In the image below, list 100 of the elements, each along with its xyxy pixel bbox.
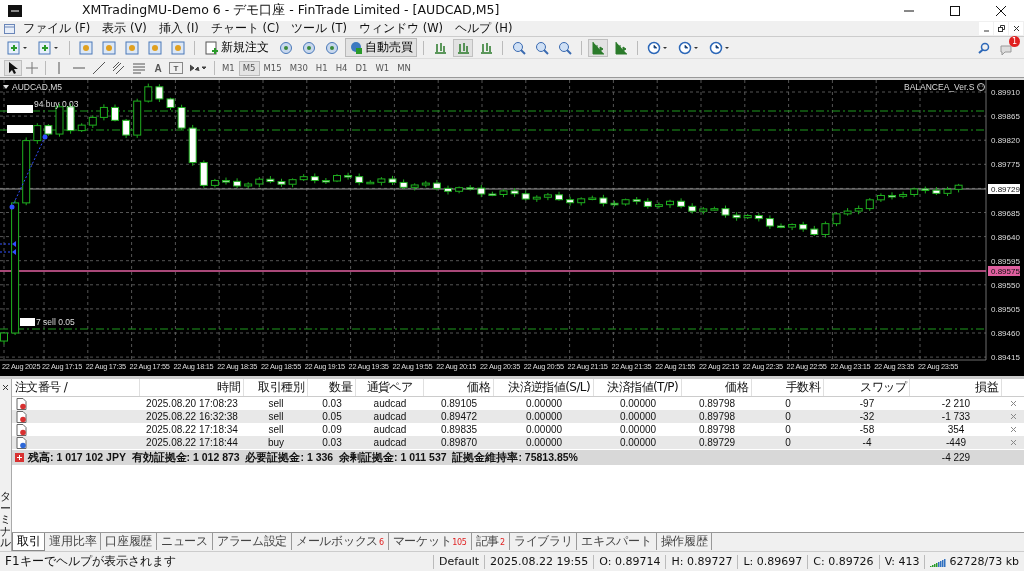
auto-trading-button[interactable]: 自動売買 — [345, 38, 417, 57]
candle — [166, 97, 175, 111]
table-cell-text: -2 210 — [940, 398, 972, 409]
redaction-block — [20, 318, 35, 326]
candle — [666, 199, 674, 209]
menu-item[interactable]: ファイル (F) — [23, 21, 91, 36]
column-header[interactable]: 価格 — [682, 379, 752, 396]
timeframe-button[interactable]: H1 — [311, 60, 332, 76]
candle — [266, 175, 275, 184]
candle — [410, 182, 419, 191]
candle — [588, 195, 597, 201]
table-cell-text: -449 — [945, 437, 967, 448]
menu-item[interactable]: 挿入 (I) — [158, 21, 199, 36]
menu-item[interactable]: ツール (T) — [291, 21, 348, 36]
candle — [732, 211, 741, 222]
table-cell-text: 2025.08.22 17:18:34 — [145, 424, 239, 435]
candle — [477, 184, 486, 198]
candle — [444, 185, 452, 195]
close-icon[interactable] — [2, 384, 9, 391]
timeframe-button[interactable]: H4 — [331, 60, 352, 76]
table-cell-text: 0.89798 — [697, 398, 737, 409]
timeframe-button[interactable]: MN — [393, 60, 415, 76]
search-icon[interactable] — [978, 41, 990, 54]
column-header[interactable]: 数量 — [308, 379, 356, 396]
candle — [921, 186, 930, 194]
column-header[interactable]: 決済逆指値(S/L) — [494, 379, 594, 396]
column-header[interactable]: 手数料 — [752, 379, 824, 396]
menu-item[interactable]: チャート (C) — [210, 21, 280, 36]
candle — [632, 196, 641, 206]
candle — [255, 176, 264, 188]
table-cell-text: 0.05 — [321, 411, 343, 422]
table-cell-text: 0.89870 — [439, 437, 479, 448]
table-cell-text: audcad — [372, 398, 408, 409]
candle — [399, 178, 408, 190]
candle — [244, 181, 253, 189]
candle — [99, 103, 108, 121]
candle — [854, 205, 863, 215]
candle — [488, 191, 497, 197]
candle — [932, 186, 941, 196]
text-tool[interactable]: A — [149, 60, 167, 76]
table-cell-text: 2025.08.20 17:08:23 — [145, 398, 239, 409]
terminal-tab[interactable]: 取引 — [12, 533, 46, 551]
timeframe-button[interactable]: W1 — [371, 60, 394, 76]
table-cell-text: audcad — [372, 437, 408, 448]
column-header[interactable]: 時間 — [140, 379, 244, 396]
table-cell-text: audcad — [372, 424, 408, 435]
table-cell-text: 0 — [784, 411, 792, 422]
menu-item[interactable]: 表示 (V) — [102, 21, 147, 36]
restore-icon[interactable] — [997, 25, 1005, 32]
table-cell-text: 354 — [946, 424, 966, 435]
label-tool[interactable]: T — [167, 60, 185, 76]
table-cell-text: -97 — [858, 398, 876, 409]
candle — [677, 197, 686, 209]
candle — [821, 220, 830, 239]
price-axis-label: 0.89595 — [991, 256, 1020, 266]
autoscroll-icon[interactable] — [588, 38, 608, 57]
candle — [455, 186, 464, 194]
column-header[interactable]: 価格 — [424, 379, 494, 396]
candle — [233, 177, 242, 189]
table-cell-text: 0.89472 — [439, 411, 479, 422]
column-header[interactable]: 通貨ペア — [356, 379, 424, 396]
column-header[interactable]: 損益 — [910, 379, 1002, 396]
terminal-side-label: ターミナル — [0, 491, 11, 551]
timeframe-button[interactable]: M5 — [238, 60, 260, 76]
candle — [521, 190, 530, 201]
table-cell-text: -58 — [858, 424, 876, 435]
column-header[interactable]: スワップ — [824, 379, 910, 396]
table-cell-text: 0.09 — [321, 424, 343, 435]
price-axis-label: 0.89910 — [991, 88, 1020, 97]
trade-label: 7 sell 0.05 — [36, 317, 75, 327]
timeframe-button[interactable]: M1 — [218, 60, 239, 76]
candle — [277, 178, 286, 188]
account-icon — [15, 453, 24, 462]
maximize-icon[interactable] — [950, 5, 960, 16]
status-text: O: 0.89714 — [599, 555, 661, 568]
close-icon[interactable] — [996, 5, 1006, 16]
table-cell-text: 0 — [784, 437, 792, 448]
timeframe-button[interactable]: D1 — [351, 60, 372, 76]
menu-item[interactable]: ヘルプ (H) — [455, 21, 513, 36]
dropdown-icon[interactable] — [3, 85, 9, 89]
price-axis-label: 0.89865 — [991, 112, 1020, 122]
column-header[interactable]: 決済指値(T/P) — [594, 379, 682, 396]
chart-symbol-label: AUDCAD,M5 — [12, 82, 63, 92]
candle — [288, 177, 297, 188]
candle — [111, 104, 119, 122]
column-header[interactable]: 取引種別 — [244, 379, 308, 396]
candle — [899, 191, 908, 199]
candle — [577, 196, 586, 206]
timeframe-button[interactable]: M15 — [259, 60, 286, 76]
close-icon[interactable] — [1012, 25, 1020, 32]
status-text: 62728/73 kb — [949, 555, 1019, 568]
candle — [22, 136, 31, 206]
menu-item[interactable]: ウィンドウ (W) — [359, 21, 444, 36]
candle — [543, 192, 552, 201]
timeframe-button[interactable]: M30 — [285, 60, 312, 76]
table-cell-text: 0.00000 — [618, 398, 658, 409]
candle — [910, 187, 919, 198]
new-order-button[interactable]: 新規注文 — [201, 38, 273, 57]
column-header[interactable]: 注文番号 / — [12, 379, 140, 396]
cursor-icon[interactable] — [4, 60, 22, 76]
